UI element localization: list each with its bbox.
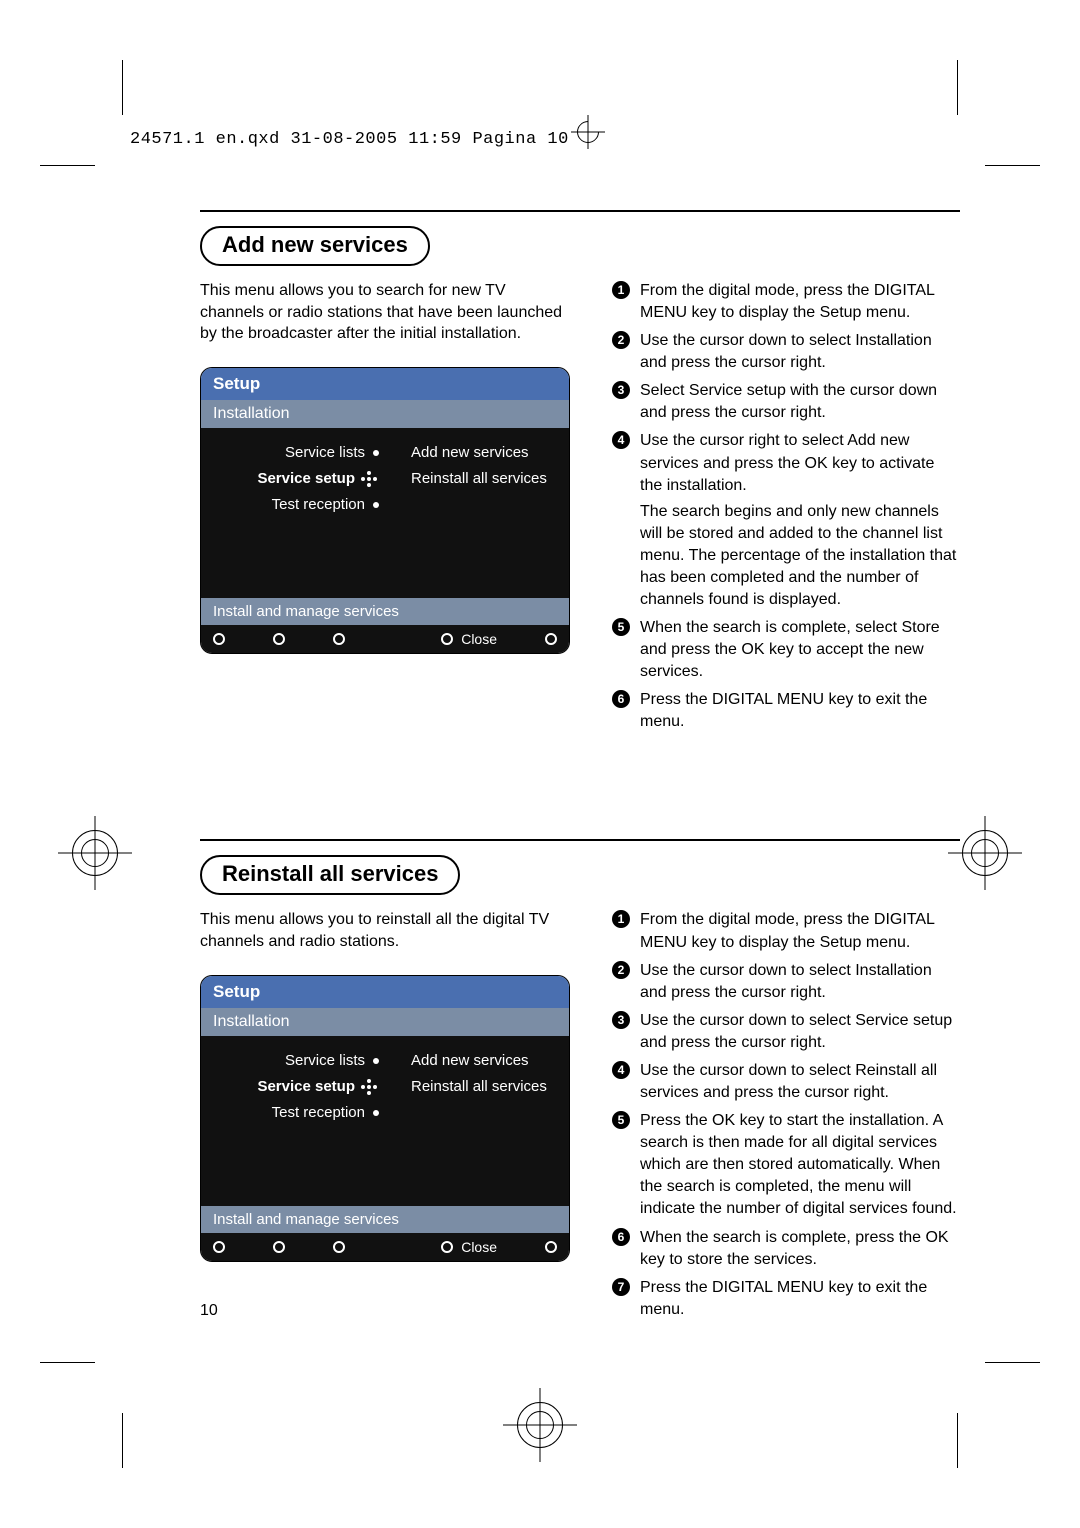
bold-term: DIGITAL MENU	[640, 282, 934, 321]
intro-text: This menu allows you to reinstall all th…	[200, 909, 570, 952]
bold-term: Installation	[855, 332, 932, 349]
setup-footer: Close	[201, 1233, 569, 1261]
bold-term: Service setup	[689, 382, 786, 399]
bullet-icon	[373, 1058, 379, 1064]
crop-mark	[122, 1413, 123, 1468]
menu-item: Service lists	[201, 440, 387, 466]
menu-item: Test reception	[201, 1100, 387, 1126]
bold-term: Store	[901, 619, 939, 636]
bold-term: Service setup	[855, 1012, 952, 1029]
submenu-item: Add new services	[411, 440, 547, 466]
step-item: Use the cursor down to select Service se…	[612, 1010, 960, 1054]
step-extra: The search begins and only new channels …	[640, 501, 960, 611]
registration-mark-icon	[72, 830, 118, 876]
steps-list: From the digital mode, press the DIGITAL…	[612, 280, 960, 733]
step-item: Use the cursor right to select Add new s…	[612, 430, 960, 611]
bold-term: Reinstall all services	[640, 1062, 937, 1101]
setup-hint: Install and manage services	[201, 598, 569, 625]
crop-mark	[122, 60, 123, 115]
setup-screenshot: Setup Installation Service lists Service…	[200, 975, 570, 1262]
registration-mark-icon	[517, 1402, 563, 1448]
fold-mark-icon	[571, 115, 605, 149]
bullet-icon	[373, 1110, 379, 1116]
section-header: Add new services	[200, 226, 960, 266]
step-item: Press the OK key to start the installati…	[612, 1110, 960, 1220]
step-item: When the search is complete, press the O…	[612, 1227, 960, 1271]
close-label: Close	[461, 631, 497, 647]
submenu-item: Add new services	[411, 1048, 547, 1074]
submenu-item: Reinstall all services	[411, 466, 547, 492]
step-item: Select Service setup with the cursor dow…	[612, 380, 960, 424]
divider	[200, 210, 960, 212]
step-item: When the search is complete, select Stor…	[612, 617, 960, 683]
step-item: Press the DIGITAL MENU key to exit the m…	[612, 689, 960, 733]
setup-hint: Install and manage services	[201, 1206, 569, 1233]
section-title: Add new services	[200, 226, 430, 266]
bold-term: OK	[805, 455, 828, 472]
setup-title: Setup	[201, 976, 569, 1008]
print-header: 24571.1 en.qxd 31-08-2005 11:59 Pagina 1…	[130, 130, 569, 149]
color-button-icon	[213, 633, 225, 645]
document-page: 24571.1 en.qxd 31-08-2005 11:59 Pagina 1…	[0, 0, 1080, 1528]
menu-item: Test reception	[201, 492, 387, 518]
step-item: Press the DIGITAL MENU key to exit the m…	[612, 1277, 960, 1321]
section-title: Reinstall all services	[200, 855, 460, 895]
color-button-icon	[545, 633, 557, 645]
setup-footer: Close	[201, 625, 569, 653]
color-button-icon	[545, 1241, 557, 1253]
registration-mark-icon	[962, 830, 1008, 876]
color-button-icon	[441, 633, 453, 645]
page-number: 10	[200, 1302, 218, 1320]
nav-arrows-icon	[359, 1077, 379, 1097]
menu-item-selected: Service setup	[201, 1074, 387, 1100]
crop-mark	[957, 60, 958, 115]
intro-text: This menu allows you to search for new T…	[200, 280, 570, 345]
bold-term: Installation	[855, 962, 932, 979]
bullet-icon	[373, 502, 379, 508]
divider	[200, 839, 960, 841]
color-button-icon	[273, 1241, 285, 1253]
crop-mark	[40, 1362, 95, 1363]
color-button-icon	[441, 1241, 453, 1253]
color-button-icon	[273, 633, 285, 645]
bold-term: OK	[925, 1229, 948, 1246]
close-label: Close	[461, 1239, 497, 1255]
bold-term: DIGITAL MENU	[640, 911, 934, 950]
step-item: Use the cursor down to select Installati…	[612, 960, 960, 1004]
color-button-icon	[333, 1241, 345, 1253]
bullet-icon	[373, 450, 379, 456]
crop-mark	[957, 1413, 958, 1468]
setup-title: Setup	[201, 368, 569, 400]
page-content: Add new services This menu allows you to…	[200, 210, 960, 1327]
color-button-icon	[213, 1241, 225, 1253]
steps-list: From the digital mode, press the DIGITAL…	[612, 909, 960, 1320]
step-item: Use the cursor down to select Installati…	[612, 330, 960, 374]
nav-arrows-icon	[359, 469, 379, 489]
setup-subtitle: Installation	[201, 400, 569, 428]
step-item: From the digital mode, press the DIGITAL…	[612, 280, 960, 324]
step-item: From the digital mode, press the DIGITAL…	[612, 909, 960, 953]
crop-mark	[985, 165, 1040, 166]
menu-item-selected: Service setup	[201, 466, 387, 492]
setup-subtitle: Installation	[201, 1008, 569, 1036]
bold-term: OK	[741, 641, 764, 658]
crop-mark	[985, 1362, 1040, 1363]
color-button-icon	[333, 633, 345, 645]
submenu-item: Reinstall all services	[411, 1074, 547, 1100]
crop-mark	[40, 165, 95, 166]
setup-screenshot: Setup Installation Service lists Service…	[200, 367, 570, 654]
menu-item: Service lists	[201, 1048, 387, 1074]
bold-term: DIGITAL MENU	[712, 691, 824, 708]
bold-term: DIGITAL MENU	[712, 1279, 824, 1296]
section-header: Reinstall all services	[200, 855, 960, 895]
bold-term: OK	[712, 1112, 735, 1129]
step-item: Use the cursor down to select Reinstall …	[612, 1060, 960, 1104]
bold-term: Add new services	[640, 432, 909, 471]
